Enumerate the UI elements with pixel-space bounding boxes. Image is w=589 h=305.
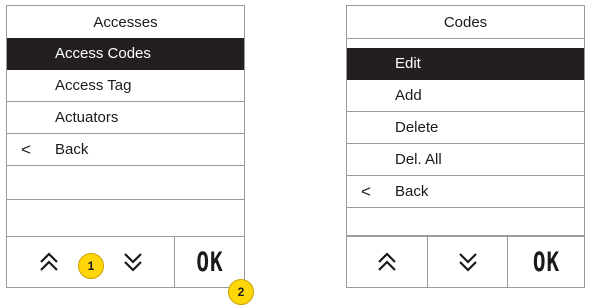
menu-item-back[interactable]: < Back [7,134,244,166]
menu-item-label: Edit [395,55,421,72]
callout-badge-2: 2 [228,279,254,305]
menu-item-label: Back [55,141,89,158]
double-chevron-up-icon [378,252,396,271]
callout-badge-1: 1 [78,253,104,279]
button-bar: OK [7,236,244,287]
accesses-menu-screen: Accesses Access Codes Access Tag Actuato… [6,5,245,288]
menu-item-back[interactable]: < Back [347,176,584,208]
ok-label: OK [196,247,224,277]
menu-item-access-tag[interactable]: Access Tag [7,70,244,102]
button-bar: OK [347,236,584,287]
back-chevron-icon: < [361,182,371,201]
menu-item-delete[interactable]: Delete [347,112,584,144]
menu-item-label: Access Codes [55,45,151,62]
menu-item-label: Actuators [55,109,119,126]
menu-item-del-all[interactable]: Del. All [347,144,584,176]
ok-button[interactable]: OK [507,237,585,287]
menu-item-label: Back [395,183,429,200]
empty-row [347,208,584,236]
scroll-up-button[interactable] [347,237,427,287]
screen-title: Accesses [7,6,244,39]
screen-title: Codes [347,6,584,39]
codes-menu-screen: Codes Edit Add Delete Del. All < Back OK [346,5,585,288]
ok-label: OK [532,247,561,277]
menu-item-add[interactable]: Add [347,80,584,112]
empty-row [7,166,244,200]
menu-item-access-codes[interactable]: Access Codes [7,38,244,70]
double-chevron-down-icon [123,253,142,272]
scroll-down-button[interactable] [427,237,508,287]
menu-item-label: Access Tag [55,77,132,94]
back-chevron-icon: < [21,140,31,159]
double-chevron-down-icon [459,253,477,272]
menu-item-label: Delete [395,119,439,136]
menu-item-actuators[interactable]: Actuators [7,102,244,134]
menu-item-label: Add [395,87,422,104]
menu-item-label: Del. All [395,151,442,168]
menu-item-edit[interactable]: Edit [347,48,584,80]
double-chevron-up-icon [40,252,58,271]
